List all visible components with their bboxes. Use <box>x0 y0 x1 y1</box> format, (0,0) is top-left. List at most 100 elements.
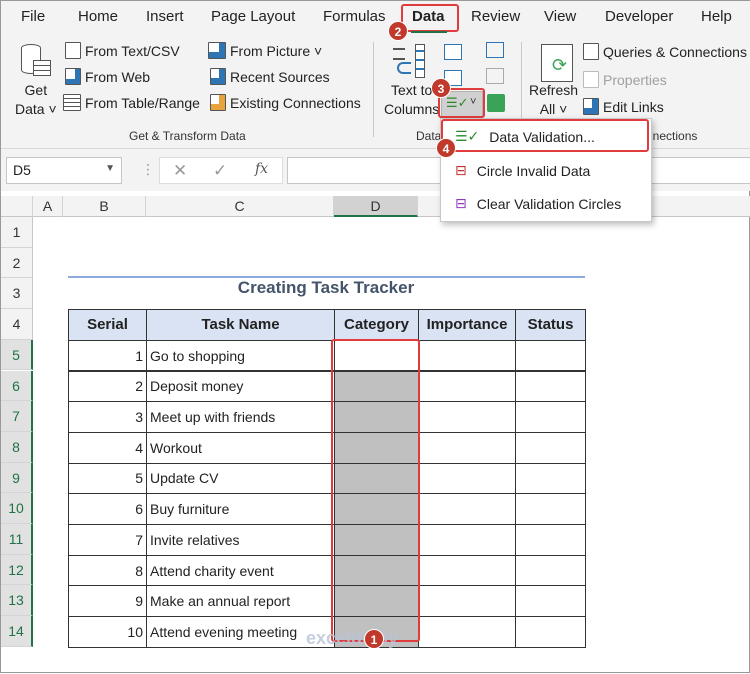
header-category[interactable]: Category <box>334 309 419 341</box>
menu-item-clear-validation-circles[interactable]: ⊟ Clear Validation Circles <box>441 188 651 219</box>
cell-task-name[interactable]: Attend charity event <box>146 554 335 587</box>
cell-serial[interactable]: 5 <box>68 462 147 495</box>
row-header[interactable]: 2 <box>1 247 33 279</box>
tab-page-layout[interactable]: Page Layout <box>211 8 295 25</box>
cell-importance[interactable] <box>418 462 516 495</box>
label: From Text/CSV <box>85 42 180 59</box>
tab-insert[interactable]: Insert <box>146 8 184 25</box>
queries-connections-button[interactable]: Queries & Connections <box>583 43 747 60</box>
cell-serial[interactable]: 10 <box>68 616 147 648</box>
refresh-icon: ⟳ <box>541 44 573 82</box>
cancel-icon[interactable]: ✕ <box>173 161 187 181</box>
cell-serial[interactable]: 3 <box>68 401 147 433</box>
from-web-button[interactable]: From Web <box>65 68 150 85</box>
cell-importance[interactable] <box>418 585 516 618</box>
header-status[interactable]: Status <box>515 309 586 341</box>
select-all-corner[interactable] <box>1 196 33 217</box>
cell-status[interactable] <box>515 554 586 587</box>
row-header[interactable]: 4 <box>1 309 33 340</box>
cell-status[interactable] <box>515 462 586 495</box>
cell-status[interactable] <box>515 370 586 403</box>
cell-importance[interactable] <box>418 370 516 403</box>
tab-view[interactable]: View <box>544 8 576 25</box>
cell-status[interactable] <box>515 493 586 525</box>
cell-task-name[interactable]: Workout <box>146 431 335 464</box>
cell-serial[interactable]: 4 <box>68 431 147 464</box>
cell-status[interactable] <box>515 524 586 556</box>
existing-connections-button[interactable]: Existing Connections <box>210 94 361 111</box>
row-header[interactable]: 10 <box>1 493 33 524</box>
from-table-range-button[interactable]: From Table/Range <box>63 94 200 111</box>
tab-file[interactable]: File <box>21 8 45 25</box>
row-header[interactable]: 6 <box>1 370 33 402</box>
from-text-csv-button[interactable]: From Text/CSV <box>65 42 180 59</box>
cell-serial[interactable]: 9 <box>68 585 147 618</box>
row-header[interactable]: 12 <box>1 554 33 586</box>
tab-home[interactable]: Home <box>78 8 118 25</box>
column-header-c[interactable]: C <box>146 196 334 217</box>
cell-serial[interactable]: 7 <box>68 524 147 556</box>
menu-item-circle-invalid-data[interactable]: ⊟ Circle Invalid Data <box>441 155 651 186</box>
cell-status[interactable] <box>515 339 586 372</box>
cell-importance[interactable] <box>418 339 516 372</box>
consolidate-icon[interactable] <box>486 42 504 58</box>
cell-task-name[interactable]: Make an annual report <box>146 585 335 618</box>
row-header[interactable]: 9 <box>1 462 33 494</box>
cell-task-name[interactable]: Deposit money <box>146 370 335 403</box>
row-header[interactable]: 7 <box>1 401 33 432</box>
cell-status[interactable] <box>515 616 586 648</box>
cell-importance[interactable] <box>418 524 516 556</box>
insert-function-icon[interactable]: fx <box>255 161 268 177</box>
active-tab-underline <box>411 31 447 33</box>
header-serial[interactable]: Serial <box>68 309 147 341</box>
column-header-d[interactable]: D <box>334 196 418 217</box>
tab-help[interactable]: Help <box>701 8 732 25</box>
name-box[interactable]: D5 ▼ <box>6 157 122 184</box>
row-header[interactable]: 1 <box>1 217 33 248</box>
cell-status[interactable] <box>515 431 586 464</box>
cell-serial[interactable]: 2 <box>68 370 147 403</box>
cell-task-name[interactable]: Meet up with friends <box>146 401 335 433</box>
get-data-button[interactable]: Get Data ˅ <box>15 81 57 119</box>
row-header[interactable]: 14 <box>1 616 33 647</box>
cell-task-name[interactable]: Buy furniture <box>146 493 335 525</box>
cell-importance[interactable] <box>418 493 516 525</box>
cell-task-name[interactable]: Go to shopping <box>146 339 335 372</box>
cell-task-name[interactable]: Invite relatives <box>146 524 335 556</box>
edit-links-button[interactable]: Edit Links <box>583 98 664 115</box>
refresh-all-button[interactable]: Refresh All ˅ <box>529 81 578 119</box>
cell-importance[interactable] <box>418 554 516 587</box>
row-header[interactable]: 3 <box>1 278 33 310</box>
cell-task-name[interactable]: Update CV <box>146 462 335 495</box>
flash-fill-icon[interactable] <box>444 44 462 60</box>
cell-serial[interactable]: 8 <box>68 554 147 587</box>
label: Properties <box>603 71 667 88</box>
tab-review[interactable]: Review <box>471 8 520 25</box>
cell-status[interactable] <box>515 585 586 618</box>
row-header[interactable]: 8 <box>1 431 33 463</box>
tab-developer[interactable]: Developer <box>605 8 673 25</box>
column-header-a[interactable]: A <box>33 196 63 217</box>
column-header-b[interactable]: B <box>63 196 146 217</box>
cell-serial[interactable]: 1 <box>68 339 147 372</box>
highlight-box <box>441 119 649 152</box>
recent-sources-button[interactable]: Recent Sources <box>210 68 330 85</box>
relationships-icon[interactable] <box>486 68 504 84</box>
cell-serial[interactable]: 6 <box>68 493 147 525</box>
header-importance[interactable]: Importance <box>418 309 516 341</box>
cell-importance[interactable] <box>418 431 516 464</box>
row-header[interactable]: 11 <box>1 524 33 555</box>
cell-importance[interactable] <box>418 616 516 648</box>
group-label-get-transform: Get & Transform Data <box>129 129 246 143</box>
row-header[interactable]: 5 <box>1 339 33 371</box>
cell-status[interactable] <box>515 401 586 433</box>
group-separator <box>373 42 374 137</box>
row-header[interactable]: 13 <box>1 585 33 617</box>
cell-importance[interactable] <box>418 401 516 433</box>
enter-icon[interactable]: ✓ <box>213 161 227 181</box>
header-task-name[interactable]: Task Name <box>146 309 335 341</box>
properties-button[interactable]: Properties <box>583 71 667 88</box>
tab-formulas[interactable]: Formulas <box>323 8 386 25</box>
data-model-icon[interactable] <box>487 94 505 112</box>
from-picture-button[interactable]: From Picture ˅ <box>208 42 322 59</box>
